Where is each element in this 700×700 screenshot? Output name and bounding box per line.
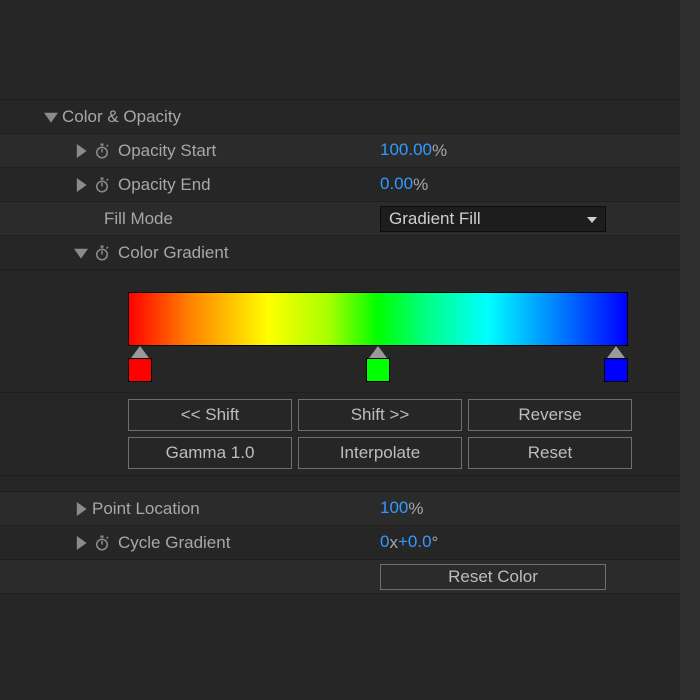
- section-header-row: Color & Opacity: [0, 100, 680, 134]
- cycle-gradient-sep: x: [389, 533, 398, 553]
- gamma-button[interactable]: Gamma 1.0: [128, 437, 292, 469]
- cycle-gradient-angle-unit: °: [432, 533, 439, 553]
- gradient-stop-handle-icon: [607, 346, 625, 358]
- fill-mode-select[interactable]: Gradient Fill: [380, 206, 606, 232]
- fill-mode-row: Fill Mode Gradient Fill: [0, 202, 680, 236]
- effects-panel: Color & Opacity Opacity Start 100.00%: [0, 0, 680, 700]
- opacity-end-value[interactable]: 0.00: [380, 174, 413, 195]
- cycle-gradient-row: Cycle Gradient 0x+0.0°: [0, 526, 680, 560]
- gradient-stop-swatch[interactable]: [128, 358, 152, 382]
- color-gradient-label: Color Gradient: [118, 243, 229, 263]
- gradient-stop[interactable]: [366, 346, 390, 382]
- stopwatch-icon[interactable]: [92, 141, 112, 161]
- point-location-unit: %: [408, 499, 423, 519]
- chevron-right-icon[interactable]: [74, 178, 88, 192]
- stopwatch-icon[interactable]: [92, 175, 112, 195]
- chevron-down-icon[interactable]: [74, 246, 88, 260]
- point-location-value[interactable]: 100: [380, 498, 408, 519]
- gradient-stop[interactable]: [604, 346, 628, 382]
- chevron-down-icon[interactable]: [44, 110, 58, 124]
- point-location-label: Point Location: [92, 499, 200, 519]
- reset-color-button[interactable]: Reset Color: [380, 564, 606, 590]
- reset-button[interactable]: Reset: [468, 437, 632, 469]
- gradient-stop[interactable]: [128, 346, 152, 382]
- shift-right-button[interactable]: Shift >>: [298, 399, 462, 431]
- opacity-start-label: Opacity Start: [118, 141, 216, 161]
- gradient-stop-swatch[interactable]: [604, 358, 628, 382]
- opacity-end-row: Opacity End 0.00%: [0, 168, 680, 202]
- chevron-down-icon: [587, 212, 597, 226]
- color-gradient-row: Color Gradient: [0, 236, 680, 270]
- gradient-bar[interactable]: [128, 292, 628, 346]
- chevron-right-icon[interactable]: [74, 144, 88, 158]
- chevron-right-icon[interactable]: [74, 536, 88, 550]
- gradient-stop-swatch[interactable]: [366, 358, 390, 382]
- stopwatch-icon[interactable]: [92, 533, 112, 553]
- gradient-stops-rail[interactable]: [128, 346, 628, 382]
- cycle-gradient-angle[interactable]: +0.0: [398, 532, 432, 553]
- right-edge-strip: [680, 0, 700, 700]
- gradient-buttons-row: << Shift Shift >> Reverse Gamma 1.0 Inte…: [0, 393, 680, 476]
- opacity-end-label: Opacity End: [118, 175, 211, 195]
- panel-top-spacer: [0, 0, 680, 100]
- reverse-button[interactable]: Reverse: [468, 399, 632, 431]
- opacity-start-unit: %: [432, 141, 447, 161]
- opacity-start-row: Opacity Start 100.00%: [0, 134, 680, 168]
- cycle-gradient-label: Cycle Gradient: [118, 533, 230, 553]
- section-title: Color & Opacity: [62, 107, 181, 127]
- chevron-right-icon[interactable]: [74, 502, 88, 516]
- gradient-stop-handle-icon: [131, 346, 149, 358]
- fill-mode-value: Gradient Fill: [389, 209, 481, 229]
- stopwatch-icon[interactable]: [92, 243, 112, 263]
- shift-left-button[interactable]: << Shift: [128, 399, 292, 431]
- cycle-gradient-value[interactable]: 0: [380, 532, 389, 553]
- interpolate-button[interactable]: Interpolate: [298, 437, 462, 469]
- point-location-row: Point Location 100%: [0, 492, 680, 526]
- opacity-end-unit: %: [413, 175, 428, 195]
- gradient-editor: [0, 270, 680, 393]
- gradient-stop-handle-icon: [369, 346, 387, 358]
- reset-color-row: Reset Color: [0, 560, 680, 594]
- fill-mode-label: Fill Mode: [104, 209, 173, 229]
- spacer-row: [0, 476, 680, 492]
- opacity-start-value[interactable]: 100.00: [380, 140, 432, 161]
